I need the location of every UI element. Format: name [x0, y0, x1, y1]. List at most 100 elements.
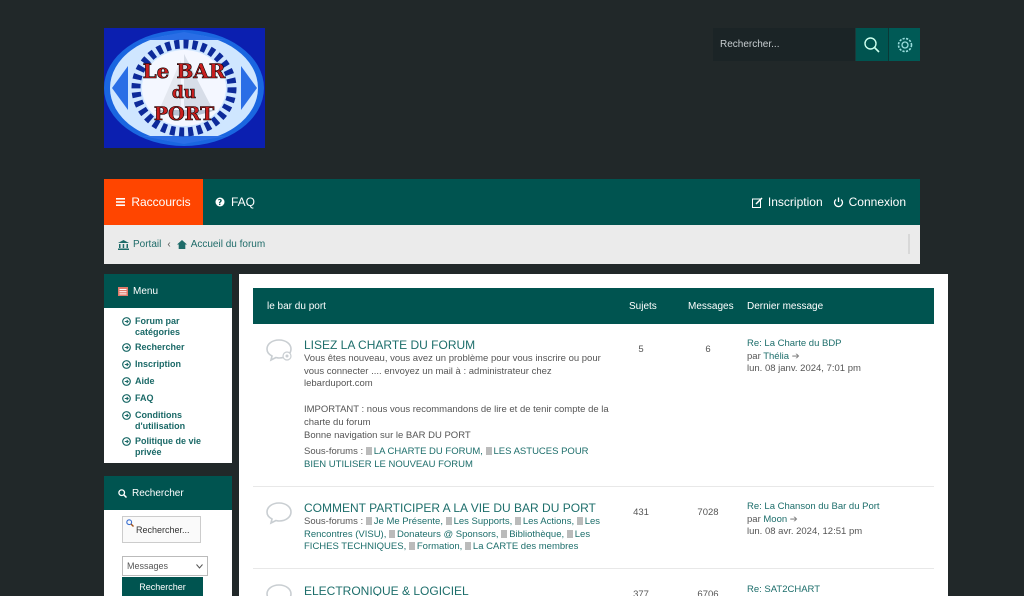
header-search [713, 28, 920, 61]
subforum-icon [365, 517, 372, 525]
subforum-icon [566, 529, 573, 538]
forum-row: COMMENT PARTICIPER A LA VIE DU BAR DU PO… [253, 487, 934, 569]
menu-item-search[interactable]: Rechercher [122, 342, 226, 355]
svg-text:?: ? [218, 198, 223, 207]
forum-row: LISEZ LA CHARTE DU FORUM Vous êtes nouve… [253, 324, 934, 487]
last-post-date: lun. 08 janv. 2024, 7:01 pm [747, 363, 861, 375]
login-link[interactable]: Connexion [833, 195, 906, 209]
menu-list: Forum par catégories Rechercher Inscript… [104, 308, 232, 470]
logo-text-2: du [172, 83, 196, 103]
subforum-link[interactable]: Les Supports, [454, 516, 513, 527]
posts-count: 7028 [697, 507, 719, 518]
last-post-author[interactable]: Thélia [763, 351, 789, 362]
breadcrumb-portal[interactable]: Portail [133, 239, 161, 250]
forum-description-important: IMPORTANT : nous vous recommandons de li… [304, 404, 609, 428]
menu-item-label: Conditions d'utilisation [135, 410, 186, 431]
subforum-icon [464, 542, 471, 551]
breadcrumb-index[interactable]: Accueil du forum [191, 239, 265, 250]
menu-item-label: Forum par catégories [135, 316, 181, 337]
menu-header: Menu [104, 274, 232, 308]
menu-title: Menu [133, 285, 159, 297]
menu-icon [118, 286, 128, 296]
category-title[interactable]: le bar du port [267, 301, 326, 312]
topics-count: 431 [633, 507, 649, 518]
subforum-icon [485, 447, 492, 456]
menu-item-label: Politique de vie privée [135, 436, 202, 457]
last-post-by: par [747, 513, 761, 525]
subforums-label: Sous-forums : [304, 446, 364, 458]
search-icon [126, 519, 134, 527]
last-post-title[interactable]: Re: La Chanson du Bar du Port [747, 501, 880, 514]
sidebar-menu-panel: Menu Forum par catégories Rechercher Ins… [104, 274, 232, 463]
subforum-link[interactable]: Bibliothèque, [509, 529, 564, 540]
forum-title[interactable]: COMMENT PARTICIPER A LA VIE DU BAR DU PO… [304, 501, 596, 515]
subforum-icon [389, 529, 396, 538]
sidebar-search-button[interactable]: Rechercher [122, 577, 203, 596]
search-input[interactable] [713, 28, 855, 61]
forum-title[interactable]: ELECTRONIQUE & LOGICIEL [304, 584, 469, 596]
search-type-value: Messages [127, 561, 169, 571]
gear-icon [897, 37, 912, 52]
logo-text-3: PORT [154, 103, 214, 125]
main-navbar: Raccourcis ? FAQ Inscription Connexion [104, 179, 920, 225]
shortcuts-button[interactable]: Raccourcis [104, 179, 203, 225]
subforum-link[interactable]: Les Actions, [523, 516, 574, 527]
faq-link[interactable]: ? FAQ [215, 195, 255, 209]
shortcuts-label: Raccourcis [131, 195, 191, 209]
subforum-link[interactable]: Donateurs @ Sponsors, [397, 529, 499, 540]
last-post-author[interactable]: Moon [763, 514, 787, 525]
search-panel-title: Rechercher [132, 487, 184, 499]
power-icon [833, 197, 843, 207]
menu-item-terms[interactable]: Conditions d'utilisation [122, 410, 226, 432]
col-topics: Sujets [629, 301, 657, 312]
subforum-link[interactable]: Je Me Présente, [374, 516, 443, 527]
advanced-search-button[interactable] [888, 28, 920, 61]
col-last-post: Dernier message [747, 301, 824, 312]
search-type-select[interactable]: Messages [122, 556, 208, 576]
category-header: le bar du port Sujets Messages Dernier m… [253, 288, 934, 324]
subforum-icon [365, 447, 372, 456]
faq-label: FAQ [231, 195, 256, 209]
goto-post-icon[interactable]: ➔ [792, 351, 800, 362]
last-post-title[interactable]: Re: La Charte du BDP [747, 338, 861, 351]
search-panel-header: Rechercher [104, 476, 232, 510]
arrow-circle-icon [122, 394, 131, 403]
menu-item-faq[interactable]: FAQ [122, 393, 226, 406]
forum-description: Vous êtes nouveau, vous avez un problème… [304, 353, 601, 390]
search-button[interactable] [855, 28, 888, 61]
register-link[interactable]: Inscription [751, 195, 823, 209]
menu-item-register[interactable]: Inscription [122, 359, 226, 372]
sidebar-search-panel: Rechercher Rechercher... Messages Recher… [104, 476, 232, 596]
subforum-link[interactable]: LA CHARTE DU FORUM, [374, 446, 483, 457]
last-post-date: lun. 08 avr. 2024, 12:51 pm [747, 526, 863, 538]
sidebar-search-input[interactable]: Rechercher... [122, 516, 201, 543]
question-icon: ? [215, 197, 225, 207]
logo-text-1: Le BAR [143, 59, 226, 83]
menu-item-privacy[interactable]: Politique de vie privée [122, 436, 226, 458]
menu-item-label: Rechercher [135, 342, 185, 352]
menu-item-forum-categories[interactable]: Forum par catégories [122, 316, 226, 338]
subforum-icon [576, 517, 583, 525]
posts-count: 6706 [697, 589, 719, 596]
forum-read-icon [266, 584, 292, 596]
menu-item-help[interactable]: Aide [122, 376, 226, 389]
forum-title[interactable]: LISEZ LA CHARTE DU FORUM [304, 338, 475, 352]
goto-post-icon[interactable]: ➔ [790, 514, 798, 525]
login-label: Connexion [848, 195, 906, 209]
bank-icon [118, 239, 129, 250]
last-post-by: par [747, 350, 761, 362]
register-label: Inscription [767, 195, 823, 209]
subforum-link[interactable]: Formation, [417, 541, 462, 552]
arrow-circle-icon [122, 377, 131, 386]
menu-item-label: Aide [135, 376, 155, 386]
menu-item-label: FAQ [135, 393, 154, 403]
site-logo[interactable]: Le BAR du PORT [104, 28, 265, 148]
hamburger-icon [116, 198, 126, 206]
home-icon [176, 240, 187, 249]
subforum-link[interactable]: La CARTE des membres [473, 541, 578, 552]
breadcrumb-divider [908, 234, 910, 254]
arrow-circle-icon [122, 317, 131, 326]
breadcrumb: Portail ‹ Accueil du forum [104, 225, 920, 264]
sidebar-search-text: Rechercher... [136, 524, 190, 535]
last-post-title[interactable]: Re: SAT2CHART [747, 584, 820, 596]
